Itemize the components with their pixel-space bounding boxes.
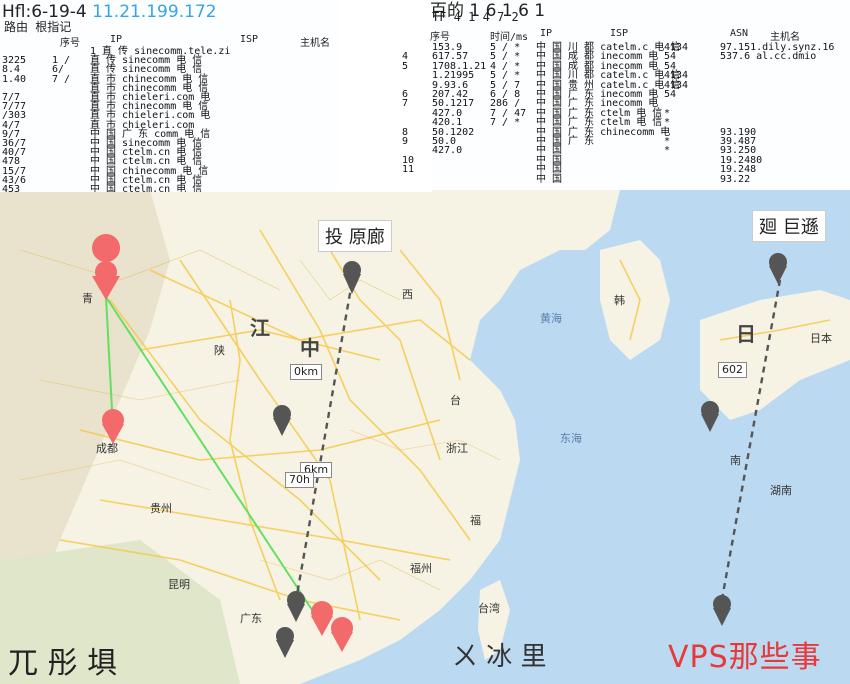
place-1: 青 [82, 292, 93, 305]
panel-left-subtitle: 路由 根指记 [4, 20, 72, 34]
traceroute-panel-right: 百的 1 6 1 6 1 TF 4 1 4 7 2 序号 时间/ms IP IS… [340, 0, 850, 190]
map-watermark-mid: ㄨ 冰 里 [452, 642, 547, 672]
panel-right-cell-host: 93.22 [720, 173, 751, 185]
watermark-text: VPS那些事 [668, 640, 822, 675]
place-11: 浙江 [446, 442, 468, 455]
place-6: 昆明 [168, 578, 190, 591]
panel-left-header-2: IP [110, 34, 123, 45]
place-16: 东海 [560, 432, 582, 445]
panel-right-cell-isp: 中 国 [536, 173, 563, 185]
map-watermark-left: 兀 彤 埧 [8, 646, 118, 681]
panel-left-ip[interactable]: 11.21.199.172 [92, 2, 216, 22]
panel-left-header-3: ISP [240, 34, 259, 45]
panel-right-header-4: ISP [610, 28, 629, 39]
place-12: 陕 [214, 344, 225, 357]
place-13: 韩 [614, 294, 625, 307]
place-7: 成都 [96, 442, 118, 455]
panel-right-header-1: 序号 [430, 32, 450, 43]
distance-label-4: 602 [718, 362, 747, 378]
distance-label-3: 70h [285, 472, 314, 488]
place-21: 台湾 [478, 602, 500, 615]
place-2: 中 [300, 336, 320, 360]
place-18: 贵州 [150, 502, 172, 515]
panel-right-subtitle: TF 4 1 4 7 2 [432, 10, 519, 24]
place-10: 福 [470, 514, 481, 527]
place-19: 广东 [240, 612, 262, 625]
place-9: 湖南 [770, 484, 792, 497]
place-17: 黄海 [540, 312, 562, 325]
place-8: 西 [402, 288, 413, 301]
panel-right-header-3: IP [540, 28, 553, 39]
map-label-left-top: 投 原廊 [318, 220, 392, 252]
place-4: 日 [736, 322, 756, 346]
panel-left-cell-c4: 中 国 ctelm.cn 电 信 [90, 184, 203, 192]
panel-right-header-6: 主机名 [770, 32, 800, 43]
distance-label-1: 0km [290, 364, 323, 380]
map-label-right-top: 廻 巨遜 [752, 210, 826, 242]
place-14: 日本 [810, 332, 832, 345]
place-3: 江 [250, 316, 270, 340]
panel-right-header-2: 时间/ms [490, 32, 529, 43]
place-15: 南 [730, 454, 741, 467]
panel-right-row: 中 国 93.22 [340, 174, 850, 186]
panel-left-cell-c1: 453 [2, 184, 21, 192]
panel-right-header-5: ASN [730, 28, 749, 39]
place-5: 台 [450, 394, 461, 407]
place-20: 福州 [410, 562, 432, 575]
